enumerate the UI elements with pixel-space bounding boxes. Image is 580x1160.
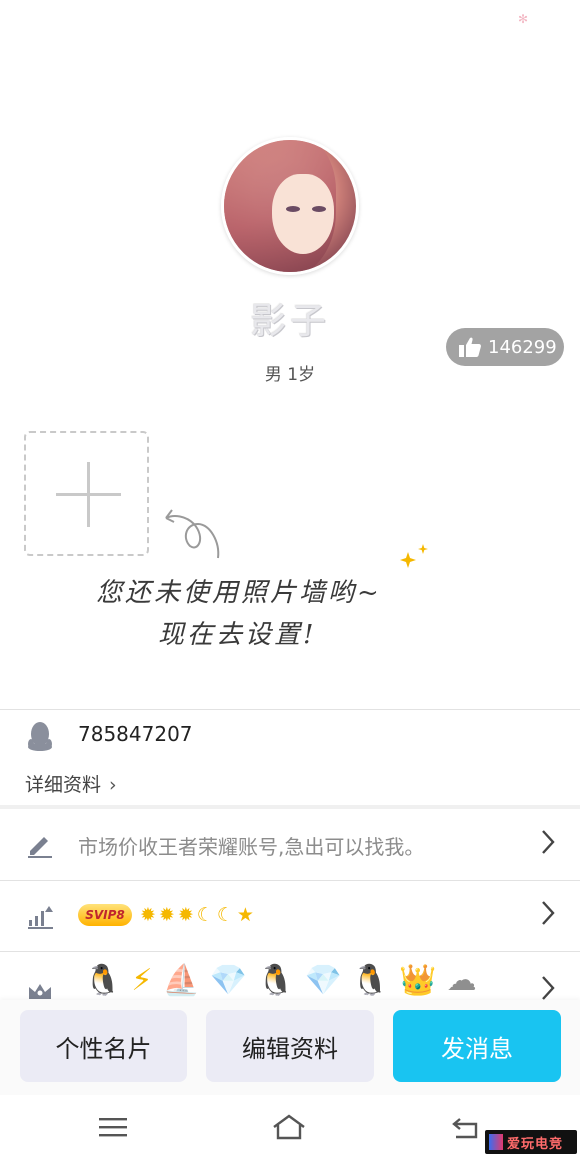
add-photo-button[interactable] (24, 431, 149, 556)
thumbs-up-icon (459, 337, 481, 357)
edit-profile-button[interactable]: 编辑资料 (206, 1010, 374, 1082)
level-icons: ✹ ✹ ✹ ☾ ☾ ★ (140, 904, 254, 926)
sun-icon: ✹ (158, 904, 175, 926)
watermark-logo: 爱玩电竞 (485, 1130, 577, 1154)
penguin-ship-icon: ⛵ (162, 963, 200, 998)
plus-icon-vertical (87, 462, 90, 527)
watermark-logo-icon (489, 1134, 503, 1150)
badge-icons: 🐧 ⚡ ⛵ 💎 🐧 💎 🐧 👑 ☁ (84, 963, 477, 998)
lightning-icon: ⚡ (131, 963, 153, 998)
avatar-eye (286, 206, 300, 212)
svip-badge: SVIP8 (78, 904, 132, 926)
avatar-eye (312, 206, 326, 212)
like-count: 146299 (488, 336, 557, 358)
detail-info-label: 详细资料 (25, 774, 102, 796)
like-button[interactable]: 146299 (446, 328, 564, 366)
watermark-text: 爱玩电竞 (507, 1136, 564, 1152)
photo-wall-hint: 您还未使用照片墙哟~ (96, 578, 382, 608)
sparkle-icon (400, 544, 428, 568)
divider (0, 951, 580, 952)
curved-arrow-icon (165, 509, 220, 559)
vip-cloud-icon: ☁ (446, 963, 477, 998)
profile-header: ✻ 影子 男 1岁 146299 您还未使用照片墙哟~ 现在去设置! (0, 0, 580, 705)
qq-number-row: 785847207 (0, 712, 580, 760)
moon-icon: ☾ (196, 904, 214, 926)
signature-row[interactable]: 市场价收王者荣耀账号,急出可以找我。 (0, 809, 580, 879)
chevron-right-icon: › (109, 774, 117, 796)
divider (0, 709, 580, 710)
moon-icon: ☾ (216, 904, 234, 926)
star-icon: ★ (236, 904, 254, 926)
chevron-right-icon (542, 830, 555, 854)
home-icon[interactable] (272, 1113, 306, 1141)
level-up-icon (28, 906, 53, 929)
avatar[interactable] (221, 137, 359, 275)
decor-star-icon: ✻ (518, 12, 529, 26)
chevron-right-icon (542, 976, 555, 1000)
penguin-icon: 🐧 (351, 963, 390, 998)
penguin-icon (28, 722, 52, 751)
avatar-face (272, 174, 334, 254)
action-bar: 个性名片 编辑资料 发消息 (0, 1000, 580, 1095)
gem-icon: 💎 (304, 963, 342, 998)
menu-icon[interactable] (96, 1113, 130, 1141)
qq-penguin-crown-icon: 🐧 (84, 963, 122, 998)
diamond-icon: 💎 (209, 963, 248, 998)
signature-text: 市场价收王者荣耀账号,急出可以找我。 (78, 835, 425, 859)
profile-card-button[interactable]: 个性名片 (20, 1010, 187, 1082)
send-message-button[interactable]: 发消息 (393, 1010, 561, 1082)
chevron-right-icon (542, 901, 555, 925)
pencil-icon (28, 837, 52, 858)
sun-icon: ✹ (140, 904, 156, 926)
vip-level-row[interactable]: SVIP8 ✹ ✹ ✹ ☾ ☾ ★ (0, 880, 580, 950)
qq-number: 785847207 (78, 722, 193, 746)
photo-wall-setup-link[interactable]: 现在去设置! (158, 614, 316, 651)
crown-penguin-icon: 👑 (399, 963, 437, 998)
detail-info-link[interactable]: 详细资料 › (25, 770, 117, 797)
back-icon[interactable] (450, 1113, 484, 1141)
sun-icon: ✹ (177, 904, 194, 926)
penguin-icon: 🐧 (257, 963, 295, 998)
